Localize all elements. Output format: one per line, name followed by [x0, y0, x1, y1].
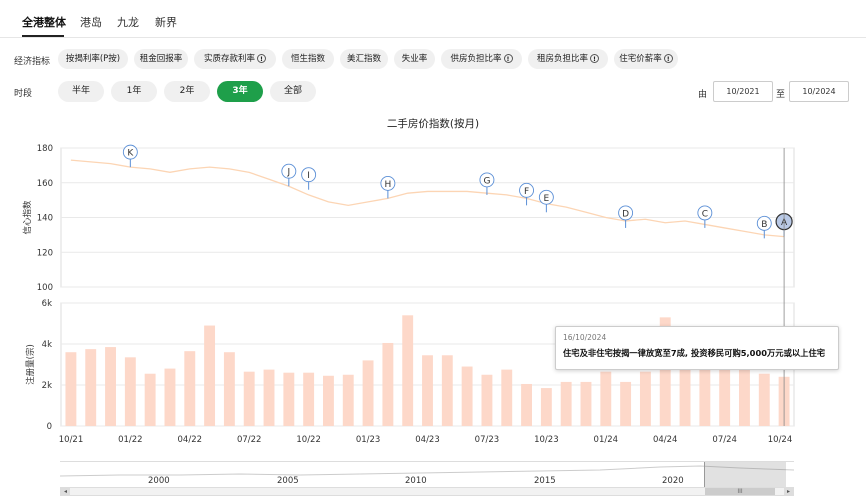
index-line [70, 159, 785, 238]
volume-bar [85, 349, 97, 426]
scroll-right-arrow[interactable]: ▸ [784, 488, 793, 495]
volume-bar [105, 347, 116, 426]
event-marker-label: G [483, 176, 490, 186]
y-tick-label: 0 [47, 422, 52, 432]
volume-bar [223, 352, 235, 426]
x-tick-label: 07/24 [712, 435, 737, 445]
volume-bar [580, 381, 592, 426]
event-marker-label: D [622, 209, 629, 219]
volume-bar [382, 342, 394, 426]
volume-bar [422, 355, 433, 426]
y-axis-label: 注册量(宗) [25, 344, 36, 385]
y-tick-label: 100 [37, 283, 53, 293]
volume-bar [600, 371, 612, 426]
volume-bar [342, 374, 354, 426]
price-index-chart: 100120140160180信心指数KJIHGFEDCBA02k4k6k注册量… [22, 144, 795, 445]
volume-bar [501, 369, 513, 426]
x-tick-label: 10/22 [296, 435, 321, 445]
x-tick-label: 07/22 [237, 435, 262, 445]
navigator-year: 2020 [662, 476, 684, 486]
navigator-year: 2000 [148, 476, 170, 486]
navigator-year: 2015 [534, 476, 556, 486]
x-tick-label: 01/24 [594, 435, 619, 445]
y-tick-label: 6k [42, 299, 52, 309]
navigator-year: 2005 [277, 476, 299, 486]
event-marker-label: F [524, 187, 529, 197]
y-tick-label: 140 [37, 214, 53, 224]
x-tick-label: 01/22 [118, 435, 143, 445]
event-marker-label: C [702, 209, 708, 219]
event-marker-label: B [761, 220, 767, 230]
x-tick-label: 04/22 [178, 435, 203, 445]
y-axis-label: 信心指数 [22, 200, 33, 235]
volume-bar [322, 375, 334, 426]
volume-bar [521, 383, 533, 426]
navigator-year: 2010 [405, 476, 427, 486]
volume-bar [184, 351, 196, 426]
volume-bar [620, 381, 632, 426]
volume-bar [164, 368, 176, 426]
y-tick-label: 4k [42, 340, 52, 350]
tooltip-text: 住宅及非住宅按揭一律放宽至7成, 投资移民可购5,000万元或以上住宅 [563, 348, 826, 358]
event-marker-label: A [781, 218, 788, 228]
y-tick-label: 180 [37, 144, 53, 154]
volume-bar [560, 381, 572, 426]
x-tick-label: 01/23 [356, 435, 381, 445]
event-marker-label: I [307, 171, 310, 181]
scroll-left-arrow[interactable]: ◂ [61, 488, 70, 495]
volume-bar [283, 372, 295, 426]
volume-bar [679, 364, 691, 426]
x-tick-label: 04/24 [653, 435, 678, 445]
range-navigator[interactable]: 2000 2005 2010 2015 2020 [60, 461, 794, 488]
volume-bar [739, 368, 750, 426]
event-marker-label: H [384, 180, 391, 190]
volume-bar [263, 369, 275, 426]
volume-bar [481, 374, 493, 426]
event-tooltip: 16/10/2024 住宅及非住宅按揭一律放宽至7成, 投资移民可购5,000万… [555, 326, 839, 370]
volume-bar [402, 315, 414, 426]
scroll-thumb[interactable]: III [705, 488, 775, 495]
y-tick-label: 120 [37, 248, 53, 258]
event-marker-label: J [286, 168, 290, 178]
volume-bar [461, 366, 473, 426]
volume-bar [243, 371, 255, 426]
volume-bar [144, 373, 156, 426]
volume-bar [362, 360, 374, 426]
volume-bar [441, 355, 453, 426]
volume-bar [303, 372, 315, 426]
x-tick-label: 04/23 [415, 435, 440, 445]
navigator-series [60, 465, 794, 477]
volume-bar [639, 371, 651, 426]
tooltip-date: 16/10/2024 [563, 333, 607, 342]
volume-bar [699, 368, 711, 426]
event-marker-label: E [544, 194, 550, 204]
navigator-scrollbar[interactable]: ◂ III ▸ [60, 487, 794, 496]
y-tick-label: 2k [42, 381, 52, 391]
volume-bar [719, 369, 731, 426]
navigator-selection[interactable] [704, 462, 786, 488]
volume-bar [65, 352, 77, 426]
x-tick-label: 10/24 [768, 435, 793, 445]
volume-bar [124, 357, 136, 426]
volume-bar [540, 388, 552, 426]
x-tick-label: 10/21 [59, 435, 84, 445]
volume-bar [758, 373, 770, 426]
volume-bar [204, 325, 216, 426]
x-tick-label: 07/23 [475, 435, 500, 445]
y-tick-label: 160 [37, 179, 53, 189]
x-tick-label: 10/23 [534, 435, 559, 445]
